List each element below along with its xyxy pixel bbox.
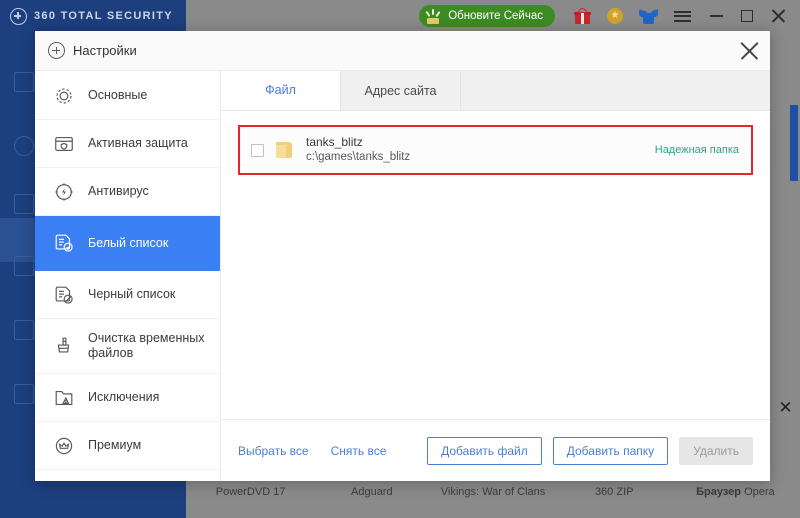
window-controls (710, 9, 786, 24)
update-now-label: Обновите Сейчас (448, 10, 543, 22)
document-check-icon (53, 232, 75, 254)
background-tile-label: Opera (744, 486, 775, 498)
deselect-all-link[interactable]: Снять все (331, 444, 387, 458)
background-tile[interactable]: Браузер Opera (675, 484, 796, 518)
background-tile[interactable]: Adguard (311, 484, 432, 518)
background-nav-icon-antivirus (14, 136, 34, 156)
tab-label: Адрес сайта (364, 83, 437, 98)
settings-dialog: Настройки Основные Активная защита Антив… (35, 31, 770, 481)
sidebar-item-general[interactable]: Основные (35, 72, 220, 120)
delete-button: Удалить (679, 436, 753, 465)
background-nav-icon-monitor (14, 72, 34, 92)
background-close-icon[interactable]: ✕ (776, 398, 795, 417)
background-tile[interactable]: 360 ZIP (554, 484, 675, 518)
coin-icon[interactable]: ★ (607, 8, 623, 24)
row-path: c:\games\tanks_blitz (306, 151, 411, 163)
background-app-tiles: PowerDVD 17 Adguard Vikings: War of Clan… (190, 484, 796, 518)
background-tile-label: 360 ZIP (594, 486, 634, 498)
gift-icon[interactable] (574, 7, 591, 24)
sidebar-item-blacklist[interactable]: Черный список (35, 271, 220, 319)
hamburger-menu-icon[interactable] (674, 10, 691, 22)
sidebar-item-label: Очистка временных файлов (88, 331, 205, 360)
background-nav-icon-apps (14, 320, 34, 340)
sidebar-item-whitelist[interactable]: Белый список (35, 216, 220, 271)
sidebar-item-antivirus[interactable]: Антивирус (35, 168, 220, 216)
broom-icon (53, 335, 75, 357)
tab-website-address[interactable]: Адрес сайта (341, 71, 461, 110)
brand-area: 360 TOTAL SECURITY (0, 0, 186, 32)
sidebar-item-label: Черный список (88, 287, 176, 301)
crown-circle-icon (53, 435, 75, 457)
close-button[interactable] (771, 9, 786, 24)
app-title: 360 TOTAL SECURITY (34, 10, 173, 22)
tshirt-icon[interactable] (639, 8, 658, 24)
background-tile[interactable]: PowerDVD 17 (190, 484, 311, 518)
document-block-icon (53, 284, 75, 306)
sidebar-item-label: Белый список (88, 235, 169, 250)
background-tile-label: PowerDVD 17 (215, 486, 286, 498)
dialog-footer: Выбрать все Снять все Добавить файл Доба… (221, 419, 770, 481)
dialog-body: Основные Активная защита Антивирус Белый… (35, 71, 770, 481)
dialog-title: Настройки (73, 43, 137, 58)
update-now-button[interactable]: Обновите Сейчас (419, 5, 555, 27)
sparkle-box-icon (425, 8, 443, 24)
table-row[interactable]: tanks_blitz c:\games\tanks_blitz Надежна… (240, 127, 751, 173)
settings-content: Файл Адрес сайта tanks_blitz c:\games\ta… (221, 71, 770, 481)
background-tile-label: Vikings: War of Clans (440, 486, 546, 498)
row-texts: tanks_blitz c:\games\tanks_blitz (306, 135, 645, 165)
gear-icon (53, 85, 75, 107)
maximize-button[interactable] (741, 10, 753, 22)
row-checkbox[interactable] (251, 143, 264, 157)
select-all-link[interactable]: Выбрать все (238, 444, 309, 458)
tab-file[interactable]: Файл (221, 71, 341, 110)
sidebar-item-premium[interactable]: Премиум (35, 422, 220, 470)
background-scrollbar[interactable] (790, 105, 798, 181)
sidebar-item-temp-cleanup[interactable]: Очистка временных файлов (35, 319, 220, 374)
dialog-header: Настройки (35, 31, 770, 71)
folder-icon (274, 141, 296, 159)
background-nav-icon-tools (14, 256, 34, 276)
whitelist-file-list: tanks_blitz c:\games\tanks_blitz Надежна… (221, 111, 770, 175)
title-bar: 360 TOTAL SECURITY Обновите Сейчас ★ (0, 0, 800, 32)
shield-window-icon (53, 133, 75, 155)
sidebar-item-label: Премиум (88, 438, 142, 452)
add-file-button[interactable]: Добавить файл (427, 436, 542, 465)
sidebar-item-exclusions[interactable]: Исключения (35, 374, 220, 422)
sidebar-item-label: Антивирус (88, 184, 149, 198)
sidebar-item-label: Основные (88, 88, 148, 102)
background-nav-icon-folder (14, 384, 34, 404)
settings-sidebar: Основные Активная защита Антивирус Белый… (35, 71, 221, 481)
plus-circle-icon (10, 7, 27, 25)
background-tile[interactable]: Vikings: War of Clans (432, 484, 553, 518)
dialog-close-icon[interactable] (738, 40, 760, 62)
sidebar-item-active-protection[interactable]: Активная защита (35, 120, 220, 168)
status-badge: Надежная папка (654, 144, 739, 156)
bolt-circle-icon (53, 181, 75, 203)
highlight-annotation: tanks_blitz c:\games\tanks_blitz Надежна… (238, 125, 753, 175)
minimize-button[interactable] (710, 15, 723, 17)
titlebar-icon-group: ★ (574, 7, 691, 24)
add-folder-button[interactable]: Добавить папку (552, 436, 669, 465)
background-tile-label: Adguard (351, 486, 393, 498)
row-name: tanks_blitz (306, 135, 363, 149)
background-tile-label-bold: Браузер (696, 486, 742, 498)
sidebar-item-label: Исключения (88, 390, 160, 404)
tab-label: Файл (265, 83, 296, 97)
plus-circle-icon (48, 42, 65, 59)
background-nav-icon-warning (14, 194, 34, 214)
sidebar-item-label: Активная защита (88, 136, 188, 150)
folder-warning-icon (53, 387, 75, 409)
content-tabs: Файл Адрес сайта (221, 71, 770, 111)
